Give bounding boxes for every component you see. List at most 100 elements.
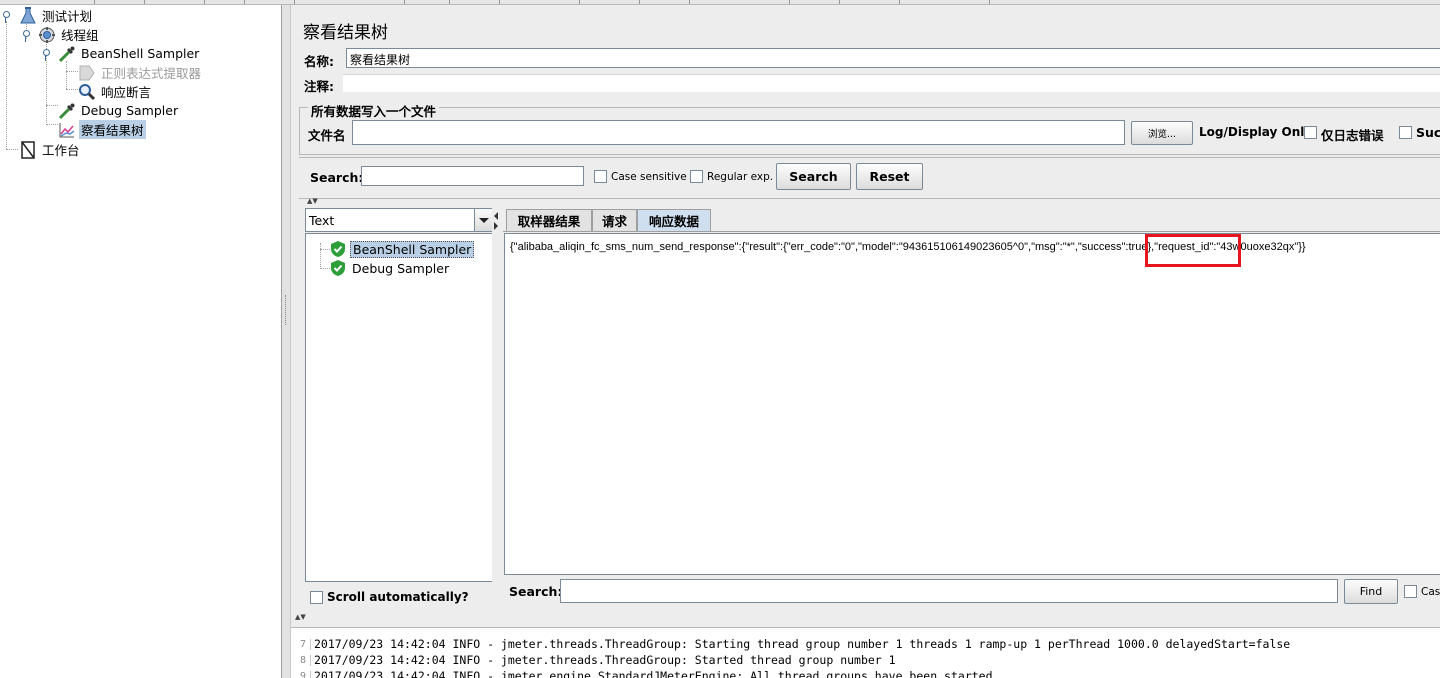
filename-label: 文件名 [308, 128, 346, 143]
section-divider [299, 198, 1440, 199]
log-line-number: 9 [291, 670, 311, 678]
collapse-arrows-icon[interactable]: ▲▼ [307, 197, 318, 205]
tree-item-test-plan[interactable]: 测试计划 [19, 6, 94, 25]
tree-connector [66, 61, 67, 89]
tree-connector [66, 89, 78, 90]
tree-item-debug-sampler[interactable]: Debug Sampler [58, 101, 180, 120]
tree-item-workbench[interactable]: 工作台 [19, 140, 82, 159]
search-input[interactable] [361, 166, 584, 186]
tree-item-view-results-tree[interactable]: 察看结果树 [58, 120, 146, 139]
tree-item-label: 工作台 [42, 143, 80, 158]
tab-request[interactable]: 请求 [592, 209, 637, 231]
result-split-divider[interactable] [492, 208, 501, 612]
list-item[interactable]: BeanShell Sampler [331, 240, 475, 258]
expand-right-icon[interactable] [494, 222, 498, 230]
filename-input[interactable] [352, 120, 1125, 145]
toolbar-button[interactable] [35, 0, 95, 4]
list-item-label: BeanShell Sampler [350, 240, 475, 258]
success-shield-icon [331, 241, 345, 257]
find-case-checkbox[interactable] [1404, 585, 1417, 598]
case-sensitive-checkbox[interactable] [594, 170, 607, 183]
collapse-arrows-icon[interactable]: ▲▼ [295, 613, 306, 621]
tree-item-label: 响应断言 [101, 85, 152, 100]
toolbar-button[interactable] [580, 0, 640, 4]
tree-expand-handle[interactable] [22, 30, 30, 42]
log-display-label: Log/Display Only: [1199, 125, 1317, 139]
tab-response-data[interactable]: 响应数据 [637, 209, 711, 231]
toolbar-button[interactable] [95, 0, 145, 4]
tree-connector [320, 249, 330, 250]
log-line-text: 2017/09/23 14:42:04 INFO - jmeter.engine… [314, 669, 993, 678]
sampler-pipette-icon [58, 102, 76, 120]
toolbar-button[interactable] [205, 0, 245, 4]
toolbar-button[interactable] [640, 0, 690, 4]
toolbar-button[interactable] [245, 0, 295, 4]
toolbar-button[interactable] [690, 0, 790, 4]
extractor-icon [78, 64, 96, 82]
tree-connector [320, 243, 321, 269]
reset-button[interactable]: Reset [856, 163, 923, 190]
toolbar-button[interactable] [145, 0, 205, 4]
tree-item-response-assertion[interactable]: 响应断言 [78, 82, 153, 101]
search-label: Search: [310, 170, 364, 185]
log-line-number: 7 [291, 638, 311, 650]
tree-item-label: 线程组 [61, 28, 99, 43]
browse-button[interactable]: 浏览... [1131, 121, 1193, 145]
log-line-text: 2017/09/23 14:42:04 INFO - jmeter.thread… [314, 637, 1291, 651]
toolbar-button[interactable] [295, 0, 405, 4]
find-button[interactable]: Find [1344, 579, 1398, 604]
comment-field[interactable] [343, 74, 1440, 92]
toolbar-button[interactable] [450, 0, 500, 4]
tree-connector [46, 105, 58, 106]
comment-label: 注释: [304, 79, 334, 94]
toolbar-button[interactable] [900, 0, 990, 4]
sampler-pipette-icon [58, 45, 76, 63]
split-pane-divider[interactable] [281, 5, 291, 678]
collapse-left-icon[interactable] [494, 212, 498, 220]
tree-item-label: 测试计划 [42, 9, 93, 24]
success-shield-icon [331, 260, 345, 276]
sample-result-list[interactable]: BeanShell Sampler Debug Sampler [305, 233, 493, 582]
tree-item-thread-group[interactable]: 线程组 [38, 25, 101, 44]
errors-only-checkbox[interactable] [1304, 126, 1317, 139]
log-split-divider[interactable]: ▲▼ [291, 613, 1440, 625]
find-input[interactable] [560, 579, 1338, 603]
name-field[interactable]: 察看结果树 [346, 48, 1440, 68]
tree-connector [66, 71, 78, 72]
log-line-text: 2017/09/23 14:42:04 INFO - jmeter.thread… [314, 653, 896, 667]
toolbar-button[interactable] [840, 0, 900, 4]
tree-expand-handle[interactable] [2, 11, 10, 23]
list-item[interactable]: Debug Sampler [331, 259, 451, 277]
regex-checkbox[interactable] [690, 170, 703, 183]
tab-sampler-result[interactable]: 取样器结果 [506, 209, 592, 231]
log-viewer[interactable]: 7 2017/09/23 14:42:04 INFO - jmeter.thre… [291, 627, 1440, 678]
toolbar-button[interactable] [500, 0, 580, 4]
successes-checkbox[interactable] [1399, 126, 1412, 139]
toolbar-button[interactable] [790, 0, 840, 4]
search-button[interactable]: Search [776, 163, 851, 190]
tree-expand-handle[interactable] [42, 49, 50, 61]
tree-item-beanshell-sampler[interactable]: BeanShell Sampler [58, 44, 201, 63]
auto-scroll-checkbox[interactable] [310, 591, 323, 604]
chevron-down-icon[interactable] [474, 209, 492, 231]
case-sensitive-label: Case sensitive [611, 171, 687, 183]
response-data-area[interactable]: {"alibaba_aliqin_fc_sms_num_send_respons… [504, 233, 1440, 575]
renderer-select[interactable]: Text [305, 208, 493, 232]
tab-baseline [503, 231, 1440, 232]
log-line: 7 2017/09/23 14:42:04 INFO - jmeter.thre… [291, 636, 1290, 652]
auto-scroll-label: Scroll automatically? [327, 590, 469, 604]
tree-connector [320, 268, 330, 269]
thread-group-icon [38, 26, 56, 44]
toolbar-button[interactable] [405, 0, 450, 4]
tree-item-regex-extractor[interactable]: 正则表达式提取器 [78, 63, 203, 82]
regex-label: Regular exp. [707, 171, 774, 183]
tree-item-label: BeanShell Sampler [81, 46, 200, 61]
find-label: Search: [509, 584, 563, 599]
test-plan-tree[interactable]: 测试计划 线程组 BeanShell Sampler 正则表达式提取器 响应断言… [0, 5, 281, 678]
tree-connector [6, 21, 7, 149]
log-line: 9 2017/09/23 14:42:04 INFO - jmeter.engi… [291, 668, 993, 678]
tree-connector [46, 124, 58, 125]
errors-only-label: 仅日志错误 [1321, 128, 1384, 143]
successes-label: Succ [1416, 125, 1440, 140]
magnifier-icon [78, 83, 96, 101]
